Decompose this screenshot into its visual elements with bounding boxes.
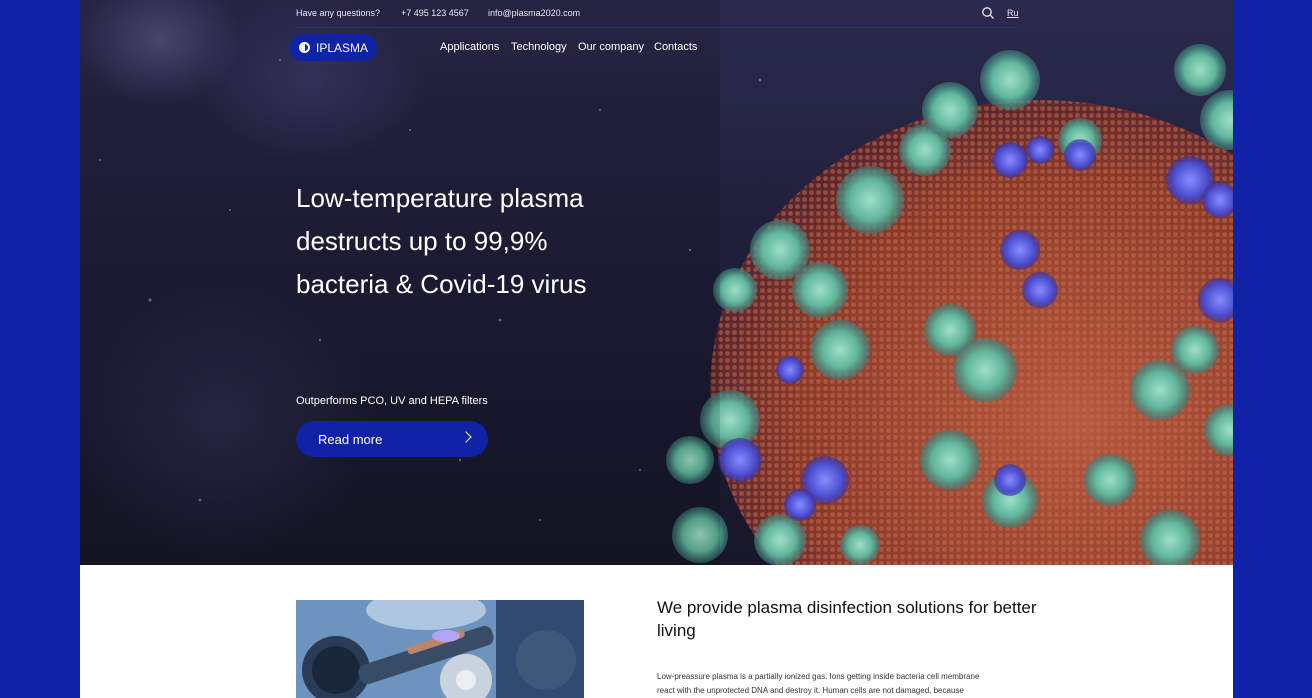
nav-our-company[interactable]: Our company: [578, 41, 644, 53]
logo-text: IPLASMA: [316, 40, 369, 55]
questions-label: Have any questions?: [296, 8, 381, 18]
nav-technology[interactable]: Technology: [511, 41, 567, 53]
phone-link[interactable]: +7 495 123 4567: [401, 8, 469, 18]
search-icon[interactable]: [981, 6, 995, 20]
hero-headline: Low-temperature plasma destructs up to 9…: [296, 177, 656, 306]
section-body-line: Low-preassure plasma is a partially ioni…: [657, 672, 980, 681]
headline-line: destructs up to 99,9%: [296, 226, 548, 256]
page: Have any questions? +7 495 123 4567 info…: [80, 0, 1233, 698]
headline-line: bacteria & Covid-19 virus: [296, 269, 587, 299]
nav-applications[interactable]: Applications: [440, 41, 499, 53]
hero-subline: Outperforms PCO, UV and HEPA filters: [296, 395, 488, 407]
plasma-device-illustration: [296, 600, 584, 698]
email-link[interactable]: info@plasma2020.com: [488, 8, 580, 18]
chevron-right-icon: [460, 431, 472, 443]
logo[interactable]: IPLASMA: [289, 34, 377, 61]
read-more-label: Read more: [318, 431, 383, 447]
section-body: Low-preassure plasma is a partially ioni…: [657, 670, 1037, 698]
hero-banner: Have any questions? +7 495 123 4567 info…: [80, 0, 1233, 565]
virus-illustration: [80, 0, 1233, 565]
logo-icon: [299, 42, 310, 53]
language-switch[interactable]: Ru: [1007, 8, 1019, 18]
top-bar: Have any questions? +7 495 123 4567 info…: [296, 0, 1019, 28]
section-title: We provide plasma disinfection solutions…: [657, 598, 1037, 640]
equipment-photo: [296, 600, 584, 698]
headline-line: Low-temperature plasma: [296, 183, 584, 213]
read-more-button[interactable]: Read more: [296, 421, 488, 457]
section-body-line: react with the unprotected DNA and destr…: [657, 686, 964, 695]
nav-contacts[interactable]: Contacts: [654, 41, 697, 53]
